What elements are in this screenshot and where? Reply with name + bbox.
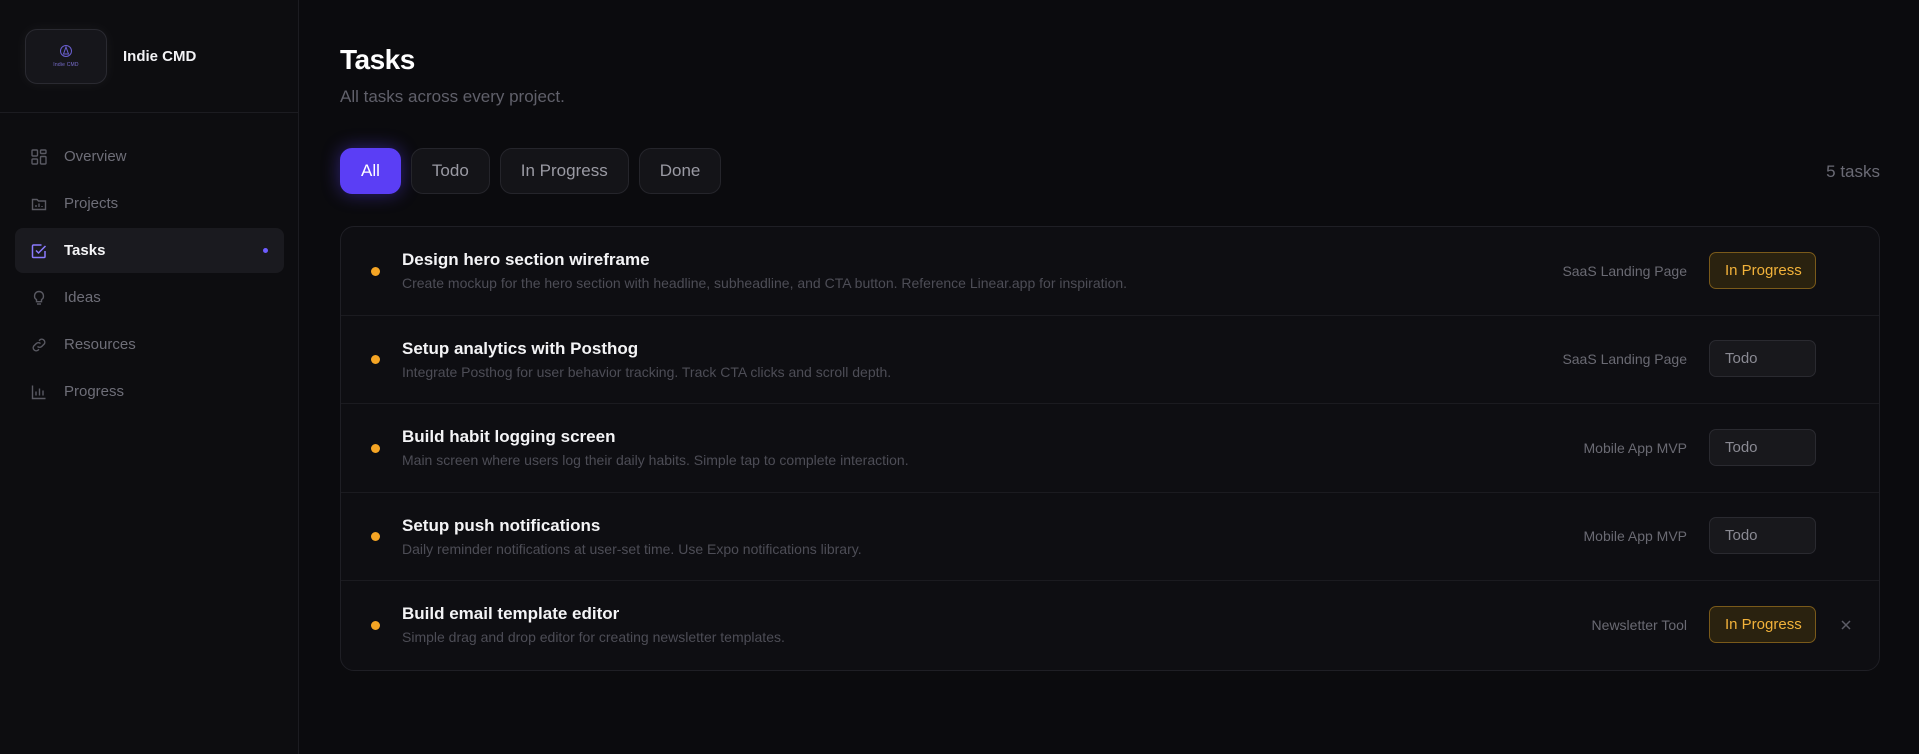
task-row[interactable]: Build habit logging screen Main screen w… [341,404,1879,493]
priority-dot [371,532,380,542]
logo-text: Indie CMD [53,62,79,68]
link-icon [30,336,48,354]
filter-todo-button[interactable]: Todo [410,148,490,194]
task-project: Mobile App MVP [1583,528,1688,545]
task-row[interactable]: Setup analytics with Posthog Integrate P… [341,316,1879,404]
brand-name: Indie CMD [123,47,197,65]
grid-icon [30,148,48,166]
task-description: Daily reminder notifications at user-set… [402,540,862,557]
priority-dot [371,621,380,631]
sidebar-item-progress[interactable]: Progress [15,369,284,414]
sidebar-item-resources[interactable]: Resources [15,322,284,367]
task-project: SaaS Landing Page [1562,351,1687,368]
lightbulb-icon [30,289,48,307]
sidebar-item-label: Overview [64,148,127,165]
logo-emblem-icon [60,45,72,57]
priority-dot [371,266,380,276]
status-badge[interactable]: Todo [1709,517,1816,555]
status-badge[interactable]: Todo [1709,340,1816,378]
app-logo[interactable]: Indie CMD [25,28,107,84]
bar-chart-icon [30,383,48,401]
filter-done-button[interactable]: Done [638,148,722,194]
task-description: Main screen where users log their daily … [402,452,909,468]
status-badge[interactable]: In Progress [1709,251,1816,289]
sidebar: Indie CMD Indie CMD Overview Projects Ta… [0,0,299,754]
folder-icon [30,195,48,213]
task-row[interactable]: Setup push notifications Daily reminder … [341,493,1879,581]
priority-dot [371,355,380,365]
task-title: Build habit logging screen [402,427,616,446]
task-title: Build email template editor [402,604,620,623]
brand: Indie CMD Indie CMD [0,0,298,113]
task-project: Mobile App MVP [1583,439,1688,456]
task-list: Design hero section wireframe Create moc… [340,226,1880,671]
sidebar-item-label: Tasks [64,242,106,259]
sidebar-item-label: Resources [64,336,136,353]
task-row[interactable]: Build email template editor Simple drag … [341,581,1879,670]
sidebar-item-overview[interactable]: Overview [15,134,284,179]
task-project: SaaS Landing Page [1562,262,1687,279]
task-project: Newsletter Tool [1591,617,1687,634]
task-count: 5 tasks [1826,162,1880,181]
status-badge[interactable]: In Progress [1709,606,1816,644]
task-title: Setup push notifications [402,515,601,535]
filter-in-progress-button[interactable]: In Progress [499,148,629,194]
sidebar-item-tasks[interactable]: Tasks [15,228,284,273]
active-indicator-dot [263,248,268,253]
page-title: Tasks [340,44,415,75]
task-description: Create mockup for the hero section with … [402,275,1128,291]
sidebar-item-label: Progress [64,383,125,400]
sidebar-item-projects[interactable]: Projects [15,181,284,226]
close-icon[interactable] [1838,617,1854,633]
priority-dot [371,443,380,453]
task-description: Simple drag and drop editor for creating… [402,629,785,645]
sidebar-nav: Overview Projects Tasks Ideas Resources … [0,113,298,414]
sidebar-item-label: Projects [64,195,119,212]
task-title: Design hero section wireframe [402,250,650,269]
filter-tabs: All Todo In Progress Done [340,148,731,194]
filter-all-button[interactable]: All [340,148,401,194]
task-description: Integrate Posthog for user behavior trac… [402,363,892,380]
task-title: Setup analytics with Posthog [402,338,639,358]
checkbox-icon [30,242,48,260]
status-badge[interactable]: Todo [1709,428,1816,466]
task-row[interactable]: Design hero section wireframe Create moc… [341,227,1879,316]
sidebar-item-label: Ideas [64,289,101,306]
sidebar-item-ideas[interactable]: Ideas [15,275,284,320]
page-subtitle: All tasks across every project. [340,87,565,106]
